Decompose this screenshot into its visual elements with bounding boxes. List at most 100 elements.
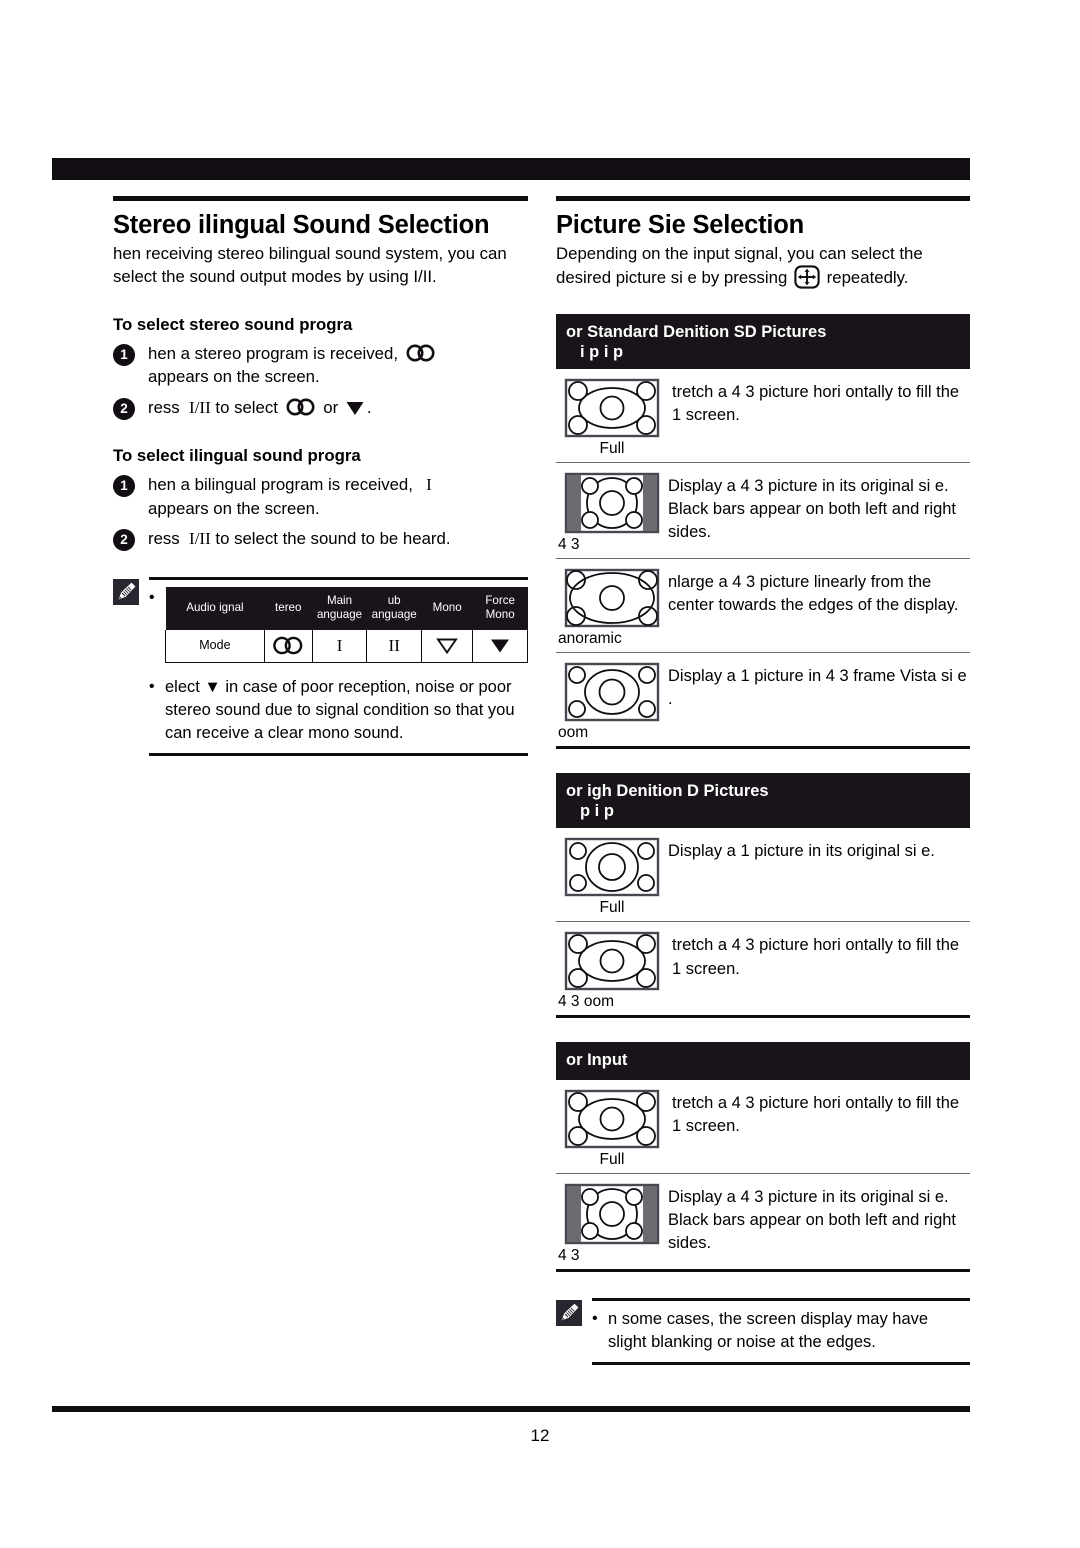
section-header-line1: or Standard Denition SD Pictures xyxy=(566,322,827,341)
right-intro-paragraph: Depending on the input signal, you can s… xyxy=(556,242,970,290)
section-header-hd: or igh Denition D Pictures p i p xyxy=(556,773,970,829)
picture-size-row: Full tretch a 4 3 picture hori ontally t… xyxy=(556,369,970,464)
step-text-before: ress I/II to select xyxy=(148,397,278,417)
note-bottom-rule xyxy=(149,752,528,756)
picture-size-caption: Full xyxy=(599,1150,625,1168)
top-black-band xyxy=(52,158,970,180)
note-item-table: • Audio ignal tereo Main anguage ub angu… xyxy=(149,587,528,670)
picture-size-description: tretch a 4 3 picture hori ontally to fil… xyxy=(672,383,960,425)
force-mono-icon xyxy=(489,638,511,653)
step-text: hen a bilingual program is received, I a… xyxy=(148,473,432,520)
note-body: • n some cases, the screen display may h… xyxy=(592,1301,970,1354)
col-stereo: tereo xyxy=(264,587,313,630)
picture-size-row: Full tretch a 4 3 picture hori ontally t… xyxy=(556,1080,970,1174)
stereo-icon xyxy=(405,344,437,362)
page-number: 12 xyxy=(530,1426,550,1445)
step-text-after: . xyxy=(366,397,372,417)
picture-size-row: 4 3 oom tretch a 4 3 picture hori ontall… xyxy=(556,922,970,1019)
section-header-pc-input: or Input xyxy=(556,1042,970,1080)
bilingual-step-2: 2 ress I/II to select the sound to be he… xyxy=(113,527,528,552)
note-tip-text: elect ▼ in case of poor reception, noise… xyxy=(165,677,515,742)
full-wide-icon xyxy=(564,932,660,991)
picture-size-caption: oom xyxy=(558,724,589,742)
right-column: Picture Sie Selection Depending on the i… xyxy=(556,196,970,1365)
picture-size-icon-wrap: anoramic xyxy=(556,568,668,648)
picture-size-row: oom Display a 1 picture in 4 3 frame Vis… xyxy=(556,653,970,750)
note-bottom-rule xyxy=(592,1361,970,1365)
picture-size-icon-wrap: 4 3 oom xyxy=(556,931,668,1011)
picture-size-caption: Full xyxy=(599,899,625,917)
bilingual-step-1: 1 hen a bilingual program is received, I… xyxy=(113,473,528,520)
left-note-block: • Audio ignal tereo Main anguage ub angu… xyxy=(113,577,528,756)
bottom-rule xyxy=(52,1406,970,1412)
four-three-bars-icon xyxy=(564,1183,660,1244)
picture-size-icon-wrap: Full xyxy=(556,378,668,458)
table-header-row: Audio ignal tereo Main anguage ub anguag… xyxy=(165,587,528,630)
bilingual-subheading: To select ilingual sound progra xyxy=(113,445,361,465)
picture-size-icon-wrap: Full xyxy=(556,837,668,917)
stereo-step-1: 1 hen a stereo program is received, appe… xyxy=(113,342,528,389)
cell-force-mono-symbol xyxy=(472,629,528,663)
bullet-glyph: • xyxy=(149,589,155,607)
picture-size-row: 4 3 Display a 4 3 picture in its origina… xyxy=(556,463,970,560)
cell-roman-one: I xyxy=(311,629,368,663)
cell-mono-symbol xyxy=(421,629,474,663)
roman-one-icon: I xyxy=(417,474,432,494)
picture-size-description: tretch a 4 3 picture hori ontally to fil… xyxy=(672,1093,960,1135)
force-mono-icon xyxy=(345,399,365,415)
left-column: Stereo ilingual Sound Selection hen rece… xyxy=(113,196,528,756)
stereo-icon xyxy=(271,636,305,655)
step-number-badge: 2 xyxy=(113,397,135,420)
four-three-bars-icon xyxy=(564,473,660,534)
manual-page: Stereo ilingual Sound Selection hen rece… xyxy=(0,0,1080,1548)
picture-size-row: 4 3 Display a 4 3 picture in its origina… xyxy=(556,1174,970,1272)
section-header-line2: p i p xyxy=(580,802,614,821)
bullet-glyph: • xyxy=(592,1309,598,1327)
col-sub-language: ub anguage xyxy=(366,587,422,630)
picture-size-caption: 4 3 oom xyxy=(558,993,615,1011)
step-text-after: appears on the screen. xyxy=(148,367,320,387)
right-note-block: • n some cases, the screen display may h… xyxy=(556,1297,970,1365)
picture-size-description: Display a 1 picture in its original si e… xyxy=(668,842,935,861)
note-item-tip: • elect ▼ in case of poor reception, noi… xyxy=(149,676,528,745)
cell-stereo-symbol xyxy=(263,629,313,663)
stereo-icon xyxy=(285,398,317,416)
step-text: hen a stereo program is received, appear… xyxy=(148,342,439,389)
pencil-note-icon xyxy=(556,1299,582,1326)
step-text: ress I/II to select the sound to be hear… xyxy=(148,527,451,551)
picture-size-caption: 4 3 xyxy=(558,536,580,554)
step-number-badge: 1 xyxy=(113,474,135,497)
picture-size-description: Display a 4 3 picture in its original si… xyxy=(668,477,957,542)
picture-size-description: nlarge a 4 3 picture linearly from the c… xyxy=(668,573,959,615)
col-force-mono: Force Mono xyxy=(472,587,528,630)
step-text-after: appears on the screen. xyxy=(148,498,320,518)
full-wide-icon xyxy=(564,1089,660,1148)
col-audio-signal: Audio ignal xyxy=(165,587,265,630)
note-text: n some cases, the screen display may hav… xyxy=(608,1309,929,1351)
picture-size-icon-wrap: 4 3 xyxy=(556,1183,668,1265)
right-title-rule xyxy=(556,196,970,201)
mono-icon xyxy=(436,638,458,655)
intro-text-after: repeatedly. xyxy=(826,268,909,288)
step-text-before: ress I/II to select the sound to be hear… xyxy=(148,529,451,549)
page-title-left: Stereo ilingual Sound Selection xyxy=(113,211,490,239)
picture-size-description: Display a 4 3 picture in its original si… xyxy=(668,1187,957,1252)
pencil-note-icon xyxy=(113,579,139,606)
left-intro-paragraph: hen receiving stereo bilingual sound sys… xyxy=(113,243,507,287)
stereo-subheading: To select stereo sound progra xyxy=(113,314,353,334)
picture-size-icon-wrap: oom xyxy=(556,662,668,742)
picture-size-caption: 4 3 xyxy=(558,1246,580,1264)
step-text: ress I/II to select or . xyxy=(148,396,372,420)
section-header-sd: or Standard Denition SD Pictures i p i p xyxy=(556,313,970,370)
full-wide-icon xyxy=(564,379,660,438)
panoramic-icon xyxy=(564,569,660,628)
picture-size-icon-wrap: 4 3 xyxy=(556,472,668,554)
left-title-rule xyxy=(113,196,528,201)
picture-size-button-icon xyxy=(794,265,820,289)
col-mono: Mono xyxy=(421,587,473,630)
cell-mode-label: Mode xyxy=(165,629,265,663)
audio-mode-table: Audio ignal tereo Main anguage ub anguag… xyxy=(165,587,528,663)
stereo-step-2: 2 ress I/II to select or . xyxy=(113,396,528,420)
table-row: Mode I II xyxy=(165,629,528,663)
zoom-icon xyxy=(564,663,660,722)
